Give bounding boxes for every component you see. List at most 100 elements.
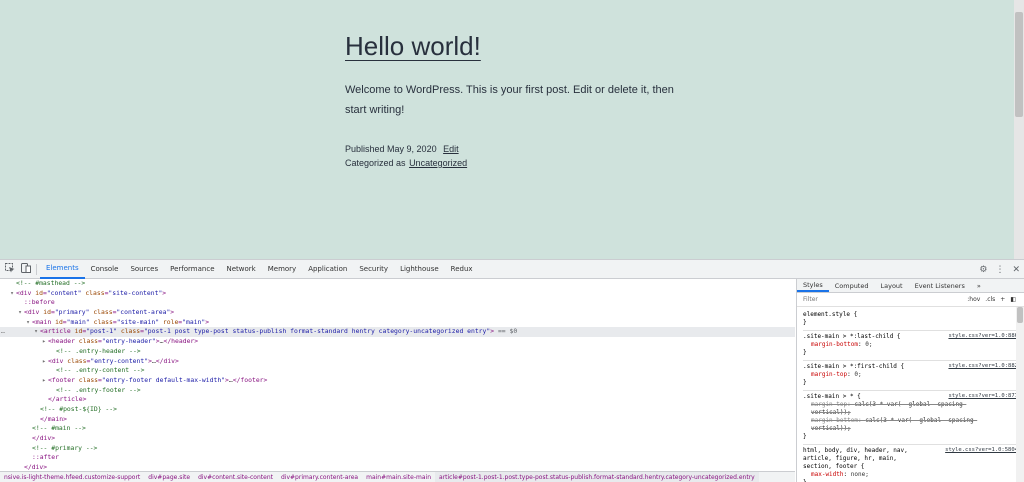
edit-link[interactable]: Edit: [443, 144, 459, 154]
breadcrumb-item[interactable]: div#content.site-content: [194, 472, 277, 482]
page-scrollbar-thumb[interactable]: [1015, 12, 1023, 117]
dom-node[interactable]: ▸ <div class="entry-content">…</div>: [0, 357, 795, 367]
expand-arrow-icon[interactable]: ▸: [40, 337, 48, 347]
rule-source-link[interactable]: style.css?ver=1.0:877: [948, 393, 1018, 399]
dom-node[interactable]: ::before: [0, 298, 795, 308]
rule-source-link[interactable]: style.css?ver=1.0:886: [948, 333, 1018, 339]
dom-node-markup: <div id="primary" class="content-area">: [24, 308, 175, 317]
css-property-name: margin-top: [811, 371, 848, 378]
tab-console[interactable]: Console: [85, 260, 125, 279]
dom-node[interactable]: <!-- .entry-header -->: [0, 347, 795, 357]
categorized-prefix: Categorized as: [345, 158, 406, 168]
breadcrumb-item[interactable]: article#post-1.post-1.post.type-post.sta…: [435, 472, 759, 482]
dom-node[interactable]: </div>: [0, 463, 795, 471]
tab-lighthouse[interactable]: Lighthouse: [394, 260, 445, 279]
elements-tree[interactable]: <!-- #masthead --> ▾ <div id="content" cla…: [0, 279, 795, 471]
kebab-menu-icon[interactable]: ⋮: [995, 265, 1004, 275]
dom-node[interactable]: ▾ <main id="main" class="site-main" role=…: [0, 318, 795, 328]
styles-tab-layout[interactable]: Layout: [875, 279, 909, 292]
styles-scrollbar-thumb[interactable]: [1017, 307, 1023, 323]
dom-breadcrumb: nsive.is-light-theme.hfeed.customize-sup…: [0, 471, 795, 482]
css-property[interactable]: margin-bottom: 0;: [803, 341, 1018, 349]
css-property[interactable]: margin-top: 0;: [803, 371, 1018, 379]
gear-icon[interactable]: ⚙: [979, 265, 987, 275]
collapse-arrow-icon[interactable]: ▾: [32, 327, 40, 337]
dom-node[interactable]: <!-- #primary -->: [0, 444, 795, 454]
tab-memory[interactable]: Memory: [262, 260, 302, 279]
css-rule[interactable]: .site-main > *:first-child {style.css?ve…: [803, 361, 1018, 391]
hover-state-toggle[interactable]: :hov: [967, 293, 980, 307]
computed-sidebar-icon[interactable]: ◧: [1010, 293, 1016, 307]
rule-source-link[interactable]: style.css?ver=1.0:5804: [945, 447, 1018, 453]
styles-tab-more[interactable]: »: [971, 279, 987, 292]
dom-node[interactable]: ▸ <footer class="entry-footer default-max…: [0, 376, 795, 386]
tab-elements[interactable]: Elements: [40, 260, 85, 279]
css-property-name: margin-bottom: [811, 417, 858, 424]
dom-node[interactable]: ▾ <div id="content" class="site-content">: [0, 289, 795, 299]
tab-sources[interactable]: Sources: [124, 260, 164, 279]
dom-node[interactable]: <!-- #masthead -->: [0, 279, 795, 289]
dom-node-selected[interactable]: ▾ <article id="post-1" class="post-1 post…: [0, 327, 795, 338]
dom-node-markup: <main id="main" class="site-main" role="…: [32, 317, 210, 326]
dom-node[interactable]: </article>: [0, 395, 795, 405]
dom-node-markup: <!-- #post-${ID} -->: [40, 404, 117, 413]
new-rule-button[interactable]: +: [1000, 293, 1005, 307]
expand-arrow-icon[interactable]: ▸: [40, 357, 48, 367]
dom-node[interactable]: <!-- .entry-footer -->: [0, 386, 795, 396]
css-property[interactable]: margin-bottom: calc(3 * var(--global--sp…: [803, 417, 1003, 433]
css-property[interactable]: margin-top: calc(3 * var(--global--spaci…: [803, 401, 1003, 417]
post-title[interactable]: Hello world!: [345, 30, 675, 62]
style-rules: element.style { } .site-main > *:last-ch…: [797, 307, 1024, 482]
device-toolbar-icon[interactable]: [20, 263, 32, 275]
styles-tab-event-listeners[interactable]: Event Listeners: [909, 279, 971, 292]
collapse-arrow-icon[interactable]: ▾: [16, 308, 24, 318]
dom-node[interactable]: <!-- .entry-content -->: [0, 366, 795, 376]
css-property-value: 0;: [865, 341, 873, 348]
dom-node[interactable]: </main>: [0, 415, 795, 425]
dom-node-markup: <article id="post-1" class="post-1 post …: [40, 327, 518, 336]
rule-source-link[interactable]: style.css?ver=1.0:882: [948, 363, 1018, 369]
styles-scrollbar[interactable]: [1016, 307, 1024, 482]
breadcrumb-item[interactable]: main#main.site-main: [362, 472, 435, 482]
styles-tab-styles[interactable]: Styles: [797, 279, 829, 292]
styles-filter-input[interactable]: [803, 296, 923, 303]
collapse-arrow-icon[interactable]: ▾: [24, 318, 32, 328]
close-icon[interactable]: ✕: [1012, 265, 1020, 275]
node-actions-icon[interactable]: …: [1, 327, 5, 337]
tab-network[interactable]: Network: [221, 260, 262, 279]
dom-node-markup: ::after: [32, 453, 59, 462]
tab-application[interactable]: Application: [302, 260, 353, 279]
styles-tab-computed[interactable]: Computed: [829, 279, 875, 292]
breadcrumb-item[interactable]: div#primary.content-area: [277, 472, 362, 482]
post-article: Hello world! Welcome to WordPress. This …: [345, 30, 675, 168]
inspect-element-icon[interactable]: [4, 263, 16, 275]
dom-node[interactable]: <!-- #post-${ID} -->: [0, 405, 795, 415]
dom-node-markup: </main>: [40, 414, 67, 423]
class-toggle[interactable]: .cls: [985, 293, 995, 307]
breadcrumb-item[interactable]: div#page.site: [144, 472, 194, 482]
tab-redux[interactable]: Redux: [445, 260, 479, 279]
page-scrollbar[interactable]: [1014, 0, 1024, 259]
css-rule[interactable]: .site-main > *:last-child {style.css?ver…: [803, 331, 1018, 361]
dom-node-markup: </div>: [32, 434, 56, 442]
category-link[interactable]: Uncategorized: [409, 158, 467, 168]
dom-node[interactable]: </div>: [0, 434, 795, 444]
tab-performance[interactable]: Performance: [164, 260, 220, 279]
dom-node[interactable]: ::after: [0, 453, 795, 463]
breadcrumb-item[interactable]: nsive.is-light-theme.hfeed.customize-sup…: [0, 472, 144, 482]
expand-arrow-icon[interactable]: ▸: [40, 376, 48, 386]
dom-node[interactable]: ▾ <div id="primary" class="content-area">: [0, 308, 795, 318]
dom-node-markup: <div class="entry-content">…</div>: [48, 356, 179, 365]
collapse-arrow-icon[interactable]: ▾: [8, 289, 16, 299]
rule-closing-brace: }: [803, 433, 807, 440]
element-style-rule[interactable]: element.style { }: [803, 309, 1018, 331]
dom-node[interactable]: <!-- #main -->: [0, 424, 795, 434]
dom-node[interactable]: ▸ <header class="entry-header">…</header>: [0, 337, 795, 347]
css-property[interactable]: max-width: none;: [803, 471, 1018, 479]
css-rule[interactable]: html, body, div, header, nav, article, f…: [803, 445, 1018, 482]
tab-security[interactable]: Security: [353, 260, 394, 279]
styles-filter-row: :hov .cls + ◧: [797, 293, 1024, 307]
element-style-selector: element.style {: [803, 311, 858, 318]
post-body: Welcome to WordPress. This is your first…: [345, 84, 674, 116]
css-rule[interactable]: .site-main > * {style.css?ver=1.0:877 mar…: [803, 391, 1018, 445]
